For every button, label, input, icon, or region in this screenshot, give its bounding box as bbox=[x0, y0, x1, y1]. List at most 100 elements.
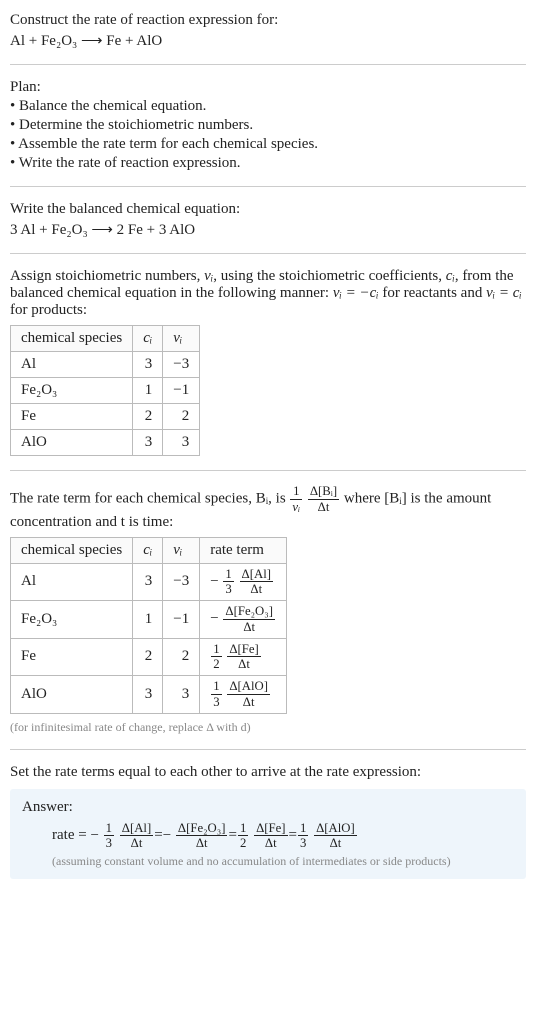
text: Assign stoichiometric numbers, bbox=[10, 268, 204, 284]
frac-num: 1 bbox=[211, 680, 221, 695]
frac-den: νᵢ bbox=[290, 500, 302, 514]
frac-num: Δ[Fe] bbox=[254, 822, 287, 837]
cell-rate-term: − Δ[Fe₂O₃]Δt bbox=[200, 601, 287, 639]
table-row: Fe₂O₃ 1 −1 bbox=[11, 378, 200, 404]
intro-equation: Al + Fe₂O₃ ⟶ Fe + AlO bbox=[10, 31, 526, 50]
cell-ci: 2 bbox=[133, 638, 163, 676]
table-row: Fe2212 Δ[Fe]Δt bbox=[11, 638, 287, 676]
frac-num: Δ[AlO] bbox=[314, 822, 357, 837]
balanced-equation: 3 Al + Fe₂O₃ ⟶ 2 Fe + 3 AlO bbox=[10, 220, 526, 239]
cell-ci: 3 bbox=[133, 563, 163, 601]
frac-den: Δt bbox=[176, 836, 228, 850]
frac-den: Δt bbox=[308, 500, 339, 514]
frac-num: Δ[Fe₂O₃] bbox=[223, 605, 275, 620]
plan-item: • Assemble the rate term for each chemic… bbox=[10, 136, 526, 153]
divider bbox=[10, 64, 526, 65]
cell-nu: 3 bbox=[163, 430, 200, 456]
frac-num: Δ[AlO] bbox=[227, 680, 270, 695]
frac-num: 1 bbox=[223, 568, 233, 583]
delta-fraction: Δ[Al]Δt bbox=[120, 822, 153, 851]
balanced-heading: Write the balanced chemical equation: bbox=[10, 201, 526, 218]
divider bbox=[10, 749, 526, 750]
frac-num: 1 bbox=[298, 822, 308, 837]
col-species: chemical species bbox=[11, 537, 133, 563]
frac-num: Δ[Al] bbox=[240, 568, 273, 583]
delta-fraction: Δ[AlO]Δt bbox=[227, 680, 270, 709]
rate-terms-description: The rate term for each chemical species,… bbox=[10, 485, 526, 531]
frac-num: Δ[Al] bbox=[120, 822, 153, 837]
delta-fraction: Δ[Fe]Δt bbox=[227, 643, 260, 672]
fraction: 1 νᵢ bbox=[290, 485, 302, 514]
cell-ci: 3 bbox=[133, 352, 163, 378]
cell-nu: −3 bbox=[163, 352, 200, 378]
text: for reactants and bbox=[379, 285, 486, 301]
delta-fraction: Δ[Fe₂O₃]Δt bbox=[176, 822, 228, 851]
frac-den: Δt bbox=[314, 836, 357, 850]
sign: − bbox=[210, 573, 222, 589]
plan-heading: Plan: bbox=[10, 79, 526, 96]
col-nu: νᵢ bbox=[163, 326, 200, 352]
stoich-description: Assign stoichiometric numbers, νᵢ, using… bbox=[10, 268, 526, 319]
equals: = bbox=[228, 827, 236, 844]
cell-ci: 3 bbox=[133, 676, 163, 714]
stoich-table: chemical species cᵢ νᵢ Al 3 −3 Fe₂O₃ 1 −… bbox=[10, 325, 200, 456]
col-species: chemical species bbox=[11, 326, 133, 352]
delta-fraction: Δ[Fe]Δt bbox=[254, 822, 287, 851]
divider bbox=[10, 470, 526, 471]
intro-title: Construct the rate of reaction expressio… bbox=[10, 12, 526, 29]
frac-num: Δ[Fe] bbox=[227, 643, 260, 658]
cell-species: AlO bbox=[11, 676, 133, 714]
frac-num: 1 bbox=[290, 485, 302, 500]
cell-species: Al bbox=[11, 563, 133, 601]
table-header-row: chemical species cᵢ νᵢ bbox=[11, 326, 200, 352]
stoich-section: Assign stoichiometric numbers, νᵢ, using… bbox=[10, 268, 526, 456]
cell-species: Fe₂O₃ bbox=[11, 601, 133, 639]
frac-den: 2 bbox=[238, 836, 248, 850]
table-row: Fe₂O₃1−1− Δ[Fe₂O₃]Δt bbox=[11, 601, 287, 639]
col-ci: cᵢ bbox=[133, 537, 163, 563]
answer-equation: rate = − 13 Δ[Al]Δt = − Δ[Fe₂O₃]Δt = 12 … bbox=[22, 822, 514, 851]
table-row: AlO 3 3 bbox=[11, 430, 200, 456]
table-row: AlO3313 Δ[AlO]Δt bbox=[11, 676, 287, 714]
frac-den: 3 bbox=[223, 582, 233, 596]
nu-symbol: νᵢ bbox=[204, 268, 213, 284]
delta-fraction: Δ[Fe₂O₃]Δt bbox=[223, 605, 275, 634]
equals: = bbox=[289, 827, 297, 844]
divider bbox=[10, 253, 526, 254]
rate-term: 13 Δ[AlO]Δt bbox=[210, 680, 271, 709]
coef-fraction: 12 bbox=[238, 822, 248, 851]
intro-section: Construct the rate of reaction expressio… bbox=[10, 12, 526, 50]
rate-terms-section: The rate term for each chemical species,… bbox=[10, 485, 526, 735]
plan-item: • Determine the stoichiometric numbers. bbox=[10, 117, 526, 134]
table-row: Al 3 −3 bbox=[11, 352, 200, 378]
rate-terms-footnote: (for infinitesimal rate of change, repla… bbox=[10, 720, 526, 735]
frac-den: 3 bbox=[211, 695, 221, 709]
frac-den: Δt bbox=[227, 657, 260, 671]
frac-den: Δt bbox=[240, 582, 273, 596]
fraction: Δ[Bᵢ] Δt bbox=[308, 485, 339, 514]
frac-den: Δt bbox=[223, 620, 275, 634]
sign: − bbox=[210, 611, 222, 627]
table-row: Al3−3− 13 Δ[Al]Δt bbox=[11, 563, 287, 601]
frac-den: 2 bbox=[211, 657, 221, 671]
plan-item: • Balance the chemical equation. bbox=[10, 98, 526, 115]
coef-fraction: 12 bbox=[211, 643, 221, 672]
rate-term: − 13 Δ[Al]Δt bbox=[90, 822, 154, 851]
cell-rate-term: 12 Δ[Fe]Δt bbox=[200, 638, 287, 676]
frac-den: Δt bbox=[227, 695, 270, 709]
answer-label: Answer: bbox=[22, 799, 514, 816]
table-row: Fe 2 2 bbox=[11, 404, 200, 430]
delta-fraction: Δ[Al]Δt bbox=[240, 568, 273, 597]
final-heading: Set the rate terms equal to each other t… bbox=[10, 764, 526, 781]
coef-fraction: 13 bbox=[223, 568, 233, 597]
frac-den: Δt bbox=[120, 836, 153, 850]
frac-den: Δt bbox=[254, 836, 287, 850]
cell-rate-term: − 13 Δ[Al]Δt bbox=[200, 563, 287, 601]
ci-symbol: cᵢ bbox=[446, 268, 455, 284]
answer-box: Answer: rate = − 13 Δ[Al]Δt = − Δ[Fe₂O₃]… bbox=[10, 789, 526, 880]
cell-species: AlO bbox=[11, 430, 133, 456]
frac-num: Δ[Bᵢ] bbox=[308, 485, 339, 500]
plan-item: • Write the rate of reaction expression. bbox=[10, 155, 526, 172]
cell-nu: 3 bbox=[163, 676, 200, 714]
col-ci: cᵢ bbox=[133, 326, 163, 352]
